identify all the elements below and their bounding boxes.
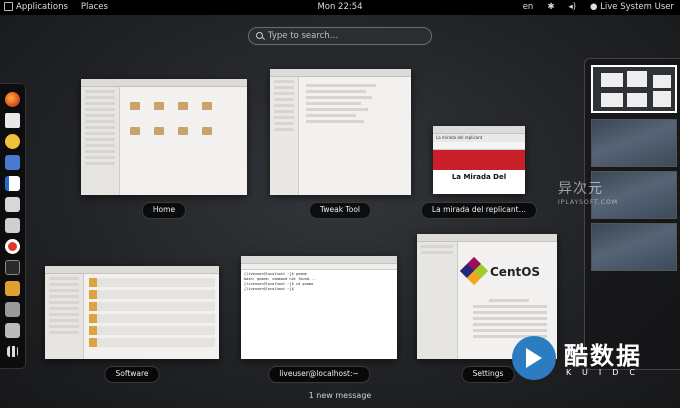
libreoffice-writer-icon[interactable] <box>5 176 20 191</box>
window-software[interactable] <box>45 266 219 359</box>
terminal-icon[interactable] <box>5 260 20 275</box>
dash <box>0 83 26 369</box>
workspace-thumbnail[interactable] <box>591 119 677 167</box>
places-menu[interactable]: Places <box>81 0 108 15</box>
user-icon: ● <box>590 2 598 12</box>
language-indicator[interactable]: en <box>523 0 534 15</box>
software-icon[interactable] <box>5 281 20 296</box>
software-list <box>89 278 215 350</box>
window-titlebar <box>241 256 397 264</box>
play-logo-icon <box>512 336 556 380</box>
window-caption: Tweak Tool <box>309 202 371 219</box>
applications-menu[interactable]: Applications <box>4 0 68 15</box>
window-caption: La mirada del replicant… <box>420 202 538 219</box>
tweak-settings <box>302 81 407 126</box>
browser-banner <box>433 150 525 170</box>
browser-tab[interactable]: La mirada del replicant <box>433 134 525 142</box>
files-icon[interactable] <box>5 218 20 233</box>
firefox-icon[interactable] <box>5 92 20 107</box>
window-titlebar <box>270 69 411 77</box>
centos-logo-icon <box>459 256 489 286</box>
window-caption: Home <box>141 202 187 219</box>
watermark-logo: 酷数据 KUIDC <box>512 332 662 388</box>
terminal-output[interactable]: [liveuser@localhost ~]$ gnome bash: gnom… <box>241 270 397 294</box>
files-sidebar <box>81 87 120 195</box>
workspace-thumbnail[interactable] <box>591 65 677 113</box>
tools-icon[interactable] <box>5 302 20 317</box>
folder-icon[interactable] <box>202 127 212 135</box>
folder-icon[interactable] <box>154 102 164 110</box>
folder-icon[interactable] <box>130 102 140 110</box>
notification-message[interactable]: 1 new message <box>0 391 680 400</box>
software-sidebar <box>45 274 84 359</box>
page-heading: La Mirada Del <box>451 173 507 181</box>
folder-icon[interactable] <box>202 102 212 110</box>
settings-sidebar <box>417 242 458 359</box>
window-browser[interactable]: La mirada del replicant La Mirada Del <box>433 126 525 194</box>
window-home[interactable] <box>81 79 247 195</box>
window-titlebar <box>81 79 247 87</box>
window-caption: Software <box>104 366 160 383</box>
show-apps-icon[interactable] <box>7 346 18 357</box>
folder-icon[interactable] <box>154 127 164 135</box>
top-bar: Applications Places Mon 22:54 en ✱ ◂) ● … <box>0 0 680 15</box>
user-menu[interactable]: ● Live System User <box>590 0 674 15</box>
browser-toolbar <box>433 142 525 150</box>
volume-icon[interactable]: ◂) <box>568 0 576 15</box>
window-caption: Settings <box>461 366 515 383</box>
window-caption: liveuser@localhost:~ <box>268 366 370 383</box>
side-watermark: 异次元 IPLAYSOFT.COM <box>558 181 618 206</box>
window-tweak-tool[interactable] <box>270 69 411 195</box>
documents-icon[interactable] <box>5 197 20 212</box>
shotwell-icon[interactable] <box>5 155 20 170</box>
centos-brand: CentOS <box>490 265 541 279</box>
search-input[interactable]: Type to search… <box>248 27 432 45</box>
utilities-icon[interactable] <box>5 323 20 338</box>
window-titlebar <box>45 266 219 274</box>
window-terminal[interactable]: [liveuser@localhost ~]$ gnome bash: gnom… <box>241 256 397 359</box>
workspace-switcher <box>584 58 680 370</box>
apps-icon <box>4 2 13 11</box>
tweak-sidebar <box>270 77 299 195</box>
evolution-icon[interactable] <box>5 113 20 128</box>
workspace-thumbnail[interactable] <box>591 223 677 271</box>
folder-icon[interactable] <box>178 102 188 110</box>
window-titlebar <box>417 234 557 242</box>
folder-icon[interactable] <box>130 127 140 135</box>
rhythmbox-icon[interactable] <box>5 134 20 149</box>
search-icon <box>256 32 263 39</box>
folder-icon[interactable] <box>178 127 188 135</box>
bluetooth-icon[interactable]: ✱ <box>547 0 554 15</box>
files-grid <box>123 97 243 147</box>
clock[interactable]: Mon 22:54 <box>317 0 362 15</box>
window-titlebar <box>433 126 525 134</box>
help-icon[interactable] <box>5 239 20 254</box>
